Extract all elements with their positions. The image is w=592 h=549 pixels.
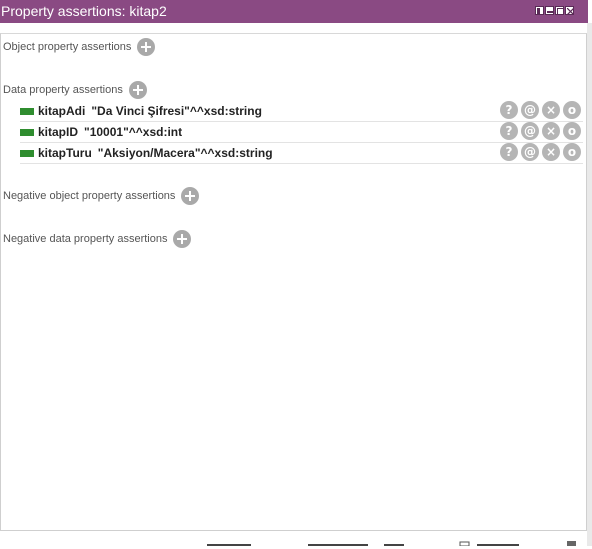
data-property-icon: [20, 128, 34, 136]
maximize-view-icon[interactable]: [555, 6, 564, 15]
add-object-property-icon[interactable]: [137, 38, 156, 56]
edit-ring-icon[interactable]: o: [563, 101, 581, 119]
close-view-icon[interactable]: [565, 6, 574, 15]
panel-right-edge: [587, 23, 592, 546]
view-titlebar: Property assertions: kitap2: [0, 0, 588, 23]
row-actions: ? @ × o: [500, 143, 581, 161]
negative-data-property-section: Negative data property assertions: [3, 230, 192, 248]
assertion-property: kitapID: [38, 125, 79, 139]
add-data-property-icon[interactable]: [128, 81, 147, 99]
negative-object-property-label: Negative object property assertions: [3, 190, 176, 202]
assertion-property: kitapAdi: [38, 104, 86, 118]
close-icon[interactable]: ×: [542, 101, 560, 119]
question-icon[interactable]: ?: [500, 122, 518, 140]
negative-object-property-section: Negative object property assertions: [3, 187, 200, 205]
row-actions: ? @ × o: [500, 122, 581, 140]
status-footer: [0, 536, 592, 547]
data-property-label: Data property assertions: [3, 84, 123, 96]
add-negative-object-property-icon[interactable]: [181, 187, 200, 205]
at-icon[interactable]: @: [521, 122, 539, 140]
data-assertion-row[interactable]: kitapID "10001"^^xsd:int ? @ × o: [20, 122, 583, 143]
assertion-value: "Da Vinci Şifresi"^^xsd:string: [91, 104, 262, 118]
negative-data-property-label: Negative data property assertions: [3, 233, 168, 245]
footer-strip: [207, 541, 576, 547]
edit-ring-icon[interactable]: o: [563, 122, 581, 140]
at-icon[interactable]: @: [521, 143, 539, 161]
assertion-property: kitapTuru: [38, 146, 92, 160]
split-view-icon[interactable]: [535, 6, 544, 15]
minimize-view-icon[interactable]: [545, 6, 554, 15]
view-window-controls: [535, 6, 574, 15]
close-icon[interactable]: ×: [542, 143, 560, 161]
close-icon[interactable]: ×: [542, 122, 560, 140]
edit-ring-icon[interactable]: o: [563, 143, 581, 161]
object-property-label: Object property assertions: [3, 41, 132, 53]
at-icon[interactable]: @: [521, 101, 539, 119]
object-property-section: Object property assertions: [3, 38, 156, 56]
assertion-value: "10001"^^xsd:int: [84, 125, 183, 139]
data-property-icon: [20, 107, 34, 115]
data-property-icon: [20, 149, 34, 157]
data-assertion-row[interactable]: kitapTuru "Aksiyon/Macera"^^xsd:string ?…: [20, 143, 583, 164]
data-property-section: Data property assertions: [3, 81, 147, 99]
view-title: Property assertions: kitap2: [1, 3, 167, 19]
row-actions: ? @ × o: [500, 101, 581, 119]
question-icon[interactable]: ?: [500, 143, 518, 161]
question-icon[interactable]: ?: [500, 101, 518, 119]
assertion-value: "Aksiyon/Macera"^^xsd:string: [97, 146, 273, 160]
data-assertion-row[interactable]: kitapAdi "Da Vinci Şifresi"^^xsd:string …: [20, 101, 583, 122]
add-negative-data-property-icon[interactable]: [173, 230, 192, 248]
